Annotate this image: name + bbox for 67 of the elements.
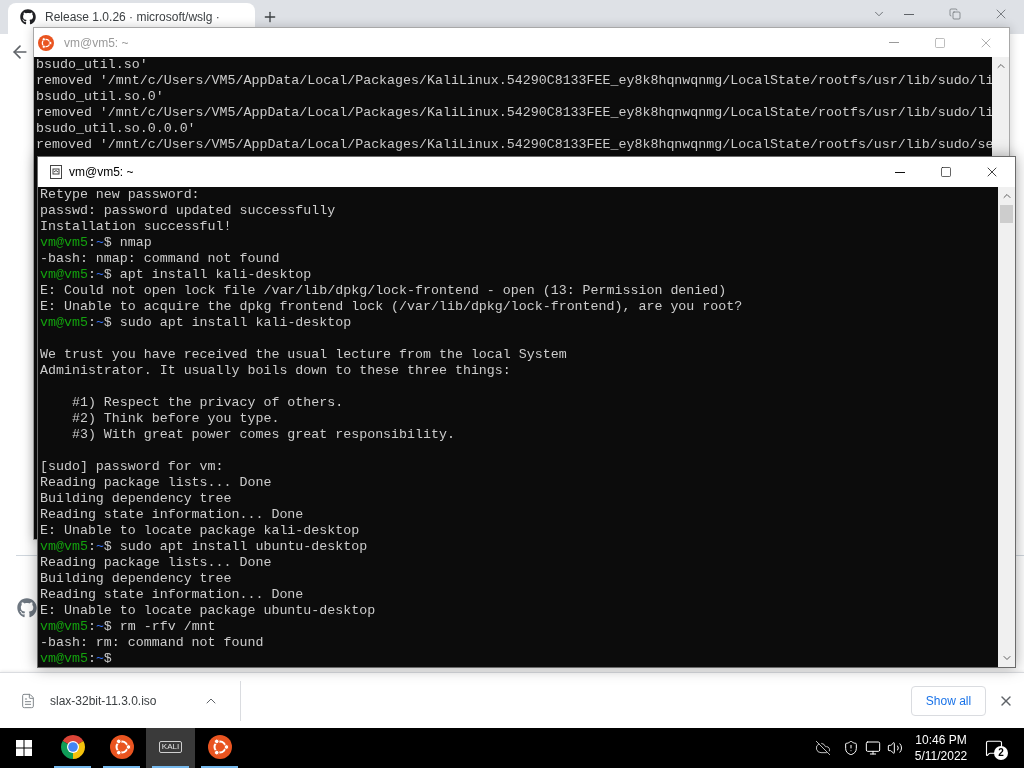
terminal-output-line: passwd: password updated successfully [40, 203, 336, 219]
ubuntu-logo-icon [38, 34, 54, 51]
prompt-line: vm@vm5:~$ nmap [40, 235, 152, 251]
windows-logo-icon [16, 740, 32, 756]
minimize-icon [904, 13, 914, 15]
terminal-output-line: Administrator. It usually boils down to these three things: [40, 363, 511, 379]
maximize-icon [940, 166, 952, 178]
terminal-output-line: We trust you have received the usual lecture from the local System [40, 347, 567, 363]
prompt-line: vm@vm5:~$ sudo apt install kali-desktop [40, 315, 352, 331]
running-indicator [152, 766, 189, 768]
prompt-line: vm@vm5:~$ [40, 651, 112, 667]
terminal-output-line: Reading state information... Done [40, 587, 304, 603]
taskbar-app-button[interactable]: KALI [146, 728, 195, 768]
terminal-output-line: removed '/mnt/c/Users/VM5/AppData/Local/Packages/KaliLinux.54290C8133FEE_ey8k8hqnwqnmg/LocalState/rootfs/usr/lib/sudo/li [36, 73, 992, 89]
terminal-output-line: E: Could not open lock file /var/lib/dpkg/lock-frontend - open (13: Permission denied) [40, 283, 727, 299]
maximize-icon [934, 36, 946, 49]
github-logo-icon [20, 9, 36, 25]
file-icon [20, 692, 36, 709]
ubuntu-logo-icon [109, 735, 134, 759]
terminal-output-line: Reading package lists... Done [40, 555, 272, 571]
terminal-output-line: #3) With great power comes great responsibility. [70, 427, 455, 443]
running-indicator [103, 766, 140, 768]
cloud-off-icon[interactable] [815, 740, 831, 756]
download-file-name[interactable]: slax-32bit-11.3.0.iso [50, 691, 157, 710]
github-logo-icon[interactable] [17, 598, 37, 618]
restore-icon [949, 8, 961, 20]
new-tab-icon[interactable] [262, 9, 278, 25]
terminal-output-line: Reading package lists... Done [40, 475, 272, 491]
minimize-icon [889, 42, 899, 43]
volume-icon[interactable] [887, 740, 903, 756]
terminal-output-line: E: Unable to locate package kali-desktop [40, 523, 360, 539]
terminal-output-line: #1) Respect the privacy of others. [70, 395, 344, 411]
show-all-button[interactable]: Show all [911, 685, 986, 716]
terminal-output-line: removed '/mnt/c/Users/VM5/AppData/Local/Packages/KaliLinux.54290C8133FEE_ey8k8hqnwqnmg/LocalState/rootfs/usr/lib/sudo/se [36, 137, 992, 153]
running-indicator [54, 766, 91, 768]
clock-button[interactable]: 10:46 PM 5/11/2022 [908, 732, 974, 764]
terminal-output-line: bsudo_util.so' [36, 57, 148, 73]
app-window-icon [50, 165, 62, 179]
terminal-output-line: Installation successful! [40, 219, 232, 235]
terminal-output-line: E: Unable to acquire the dpkg frontend lock (/var/lib/dpkg/lock-frontend), are you root? [40, 299, 743, 315]
ubuntu-logo-icon [207, 735, 232, 759]
shield-alert-icon[interactable] [843, 740, 859, 756]
terminal-output-line: Building dependency tree [40, 571, 232, 587]
terminal-output-line: Building dependency tree [40, 491, 232, 507]
minimize-icon [895, 171, 905, 173]
terminal-output-line: Reading state information... Done [40, 507, 304, 523]
chrome-logo-icon [60, 735, 85, 759]
notification-count-badge: 2 [994, 746, 1008, 760]
prompt-line: vm@vm5:~$ apt install kali-desktop [40, 267, 312, 283]
terminal-output-line: E: Unable to locate package ubuntu-desktop [40, 603, 376, 619]
terminal-output-line: bsudo_util.so.0' [36, 89, 164, 105]
terminal-output-line: removed '/mnt/c/Users/VM5/AppData/Local/Packages/KaliLinux.54290C8133FEE_ey8k8hqnwqnmg/LocalState/rootfs/usr/lib/sudo/li [36, 105, 992, 121]
prompt-line: vm@vm5:~$ rm -rfv /mnt [40, 619, 216, 635]
terminal-output-line: bsudo_util.so.0.0.0' [36, 121, 196, 137]
terminal-output-line: #2) Think before you type. [70, 411, 280, 427]
prompt-line: vm@vm5:~$ sudo apt install ubuntu-desktop [40, 539, 368, 555]
window-title: vm@vm5: ~ [64, 34, 129, 52]
terminal-output-line: [sudo] password for vm: [40, 459, 224, 475]
terminal-output-line: -bash: rm: command not found [40, 635, 264, 651]
running-indicator [201, 766, 238, 768]
terminal-output-line: Retype new password: [40, 187, 200, 203]
scrollbar-thumb[interactable] [1000, 205, 1013, 223]
kali-logo: KALI [158, 741, 183, 753]
terminal-output-line: -bash: nmap: command not found [40, 251, 280, 267]
notifications-button[interactable]: 2 [974, 728, 1014, 768]
window-title: vm@vm5: ~ [69, 164, 134, 181]
monitor-icon[interactable] [865, 740, 881, 756]
